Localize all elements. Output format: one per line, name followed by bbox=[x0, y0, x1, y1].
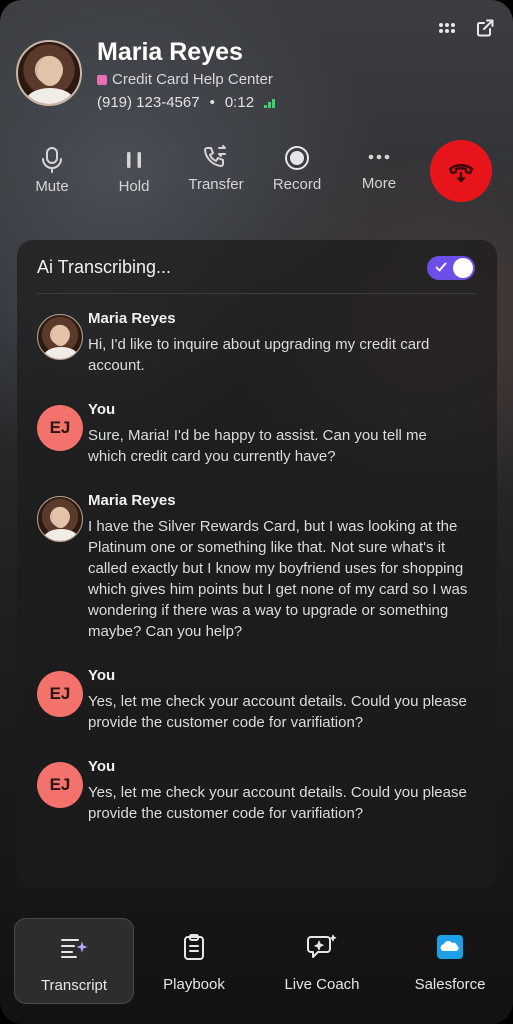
record-icon bbox=[285, 146, 309, 170]
message-text: Sure, Maria! I'd be happy to assist. Can… bbox=[88, 427, 427, 465]
call-panel: Maria Reyes Credit Card Help Center (919… bbox=[0, 0, 513, 1024]
speaker-avatar: EJ bbox=[37, 405, 83, 451]
tab-live-coach-label: Live Coach bbox=[284, 976, 360, 993]
caller-name: Maria Reyes bbox=[97, 38, 243, 66]
call-duration: 0:12 bbox=[224, 94, 255, 111]
sparkle-chat-icon bbox=[307, 934, 337, 958]
org-badge-icon bbox=[97, 74, 107, 85]
speaker-avatar: EJ bbox=[37, 762, 83, 808]
speaker-name: You bbox=[88, 401, 116, 418]
message-text: I have the Silver Rewards Card, but I wa… bbox=[88, 518, 468, 640]
more-label: More bbox=[361, 175, 397, 192]
caller-line: (919) 123-4567 • 0:12 bbox=[97, 94, 276, 111]
salesforce-cloud-icon bbox=[437, 935, 463, 959]
transcript-icon bbox=[61, 939, 88, 958]
hold-label: Hold bbox=[118, 178, 150, 195]
transcript-title: Ai Transcribing... bbox=[37, 257, 172, 277]
clipboard-icon bbox=[184, 934, 204, 960]
grid-dots-icon[interactable] bbox=[437, 18, 457, 38]
more-dots-icon bbox=[368, 154, 390, 160]
tab-salesforce-label: Salesforce bbox=[414, 976, 486, 993]
speaker-avatar bbox=[37, 314, 83, 360]
transcript-header: Ai Transcribing... bbox=[37, 256, 475, 294]
speaker-name: You bbox=[88, 667, 116, 684]
caller-org-label: Credit Card Help Center bbox=[112, 71, 273, 88]
speaker-avatar bbox=[37, 496, 83, 542]
caller-phone: (919) 123-4567 bbox=[97, 94, 200, 111]
end-call-button[interactable] bbox=[430, 140, 492, 202]
transfer-button[interactable]: Transfer bbox=[176, 144, 256, 193]
hang-up-icon bbox=[448, 164, 474, 183]
mute-label: Mute bbox=[35, 178, 69, 195]
external-link-icon[interactable] bbox=[475, 18, 495, 38]
record-label: Record bbox=[272, 176, 322, 193]
check-icon bbox=[435, 262, 447, 272]
transcript-card: Ai Transcribing... Maria Reyes Hi, I'd l… bbox=[17, 240, 497, 888]
record-button[interactable]: Record bbox=[257, 144, 337, 193]
speaker-name: Maria Reyes bbox=[88, 492, 176, 509]
speaker-name: You bbox=[88, 758, 116, 775]
microphone-icon bbox=[42, 147, 62, 173]
tab-salesforce[interactable]: Salesforce bbox=[390, 918, 510, 1004]
speaker-name: Maria Reyes bbox=[88, 310, 176, 327]
transfer-label: Transfer bbox=[188, 176, 244, 193]
speaker-avatar: EJ bbox=[37, 671, 83, 717]
message-text: Yes, let me check your account details. … bbox=[88, 693, 467, 731]
more-button[interactable]: More bbox=[339, 143, 419, 192]
hold-button[interactable]: Hold bbox=[94, 146, 174, 195]
message-text: Yes, let me check your account details. … bbox=[88, 784, 467, 822]
mute-button[interactable]: Mute bbox=[12, 146, 92, 195]
transcribe-toggle[interactable] bbox=[427, 256, 475, 280]
caller-org: Credit Card Help Center bbox=[97, 71, 273, 88]
top-actions bbox=[437, 18, 495, 38]
pause-icon bbox=[127, 152, 141, 168]
message-text: Hi, I'd like to inquire about upgrading … bbox=[88, 336, 430, 374]
caller-avatar bbox=[16, 40, 82, 106]
tab-playbook-label: Playbook bbox=[163, 976, 225, 993]
tab-playbook[interactable]: Playbook bbox=[134, 918, 254, 1004]
tab-live-coach[interactable]: Live Coach bbox=[262, 918, 382, 1004]
separator-dot: • bbox=[209, 94, 215, 111]
tab-transcript[interactable]: Transcript bbox=[14, 918, 134, 1004]
bottom-nav: Transcript Playbook Live Coach Salesforc… bbox=[0, 910, 513, 1010]
signal-strength-icon bbox=[264, 98, 276, 108]
tab-transcript-label: Transcript bbox=[40, 977, 108, 994]
phone-transfer-icon bbox=[204, 145, 226, 167]
